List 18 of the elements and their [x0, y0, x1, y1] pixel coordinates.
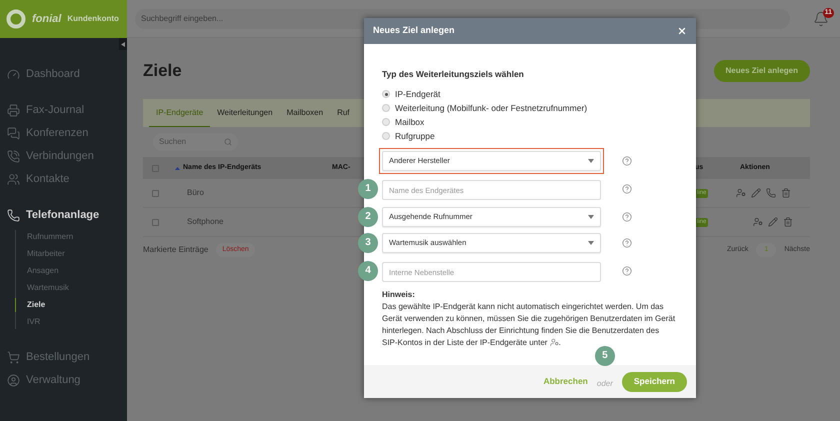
brand-name: fonial	[32, 12, 62, 27]
step-marker: 1	[358, 178, 378, 199]
step-marker: 4	[358, 260, 378, 281]
or-text: oder	[596, 378, 613, 388]
radio-label: Mailbox	[395, 116, 424, 129]
bulk-label: Markierte Einträge	[143, 244, 208, 256]
step-marker: 5	[594, 346, 615, 366]
table-cell-text: Büro	[186, 187, 205, 199]
brand-product: Kundenkonto	[67, 13, 119, 25]
radio-label: Weiterleitung (Mobilfunk- oder Festnetzrufnummer)	[395, 102, 588, 115]
hint-title: Hinweis:	[382, 288, 416, 301]
page-title: Ziele	[143, 60, 182, 82]
step-marker: 3	[358, 232, 378, 253]
radio-label: Rufgruppe	[395, 130, 435, 143]
step-marker: 2	[358, 206, 378, 227]
radio-label: IP-Endgerät	[395, 88, 440, 101]
type-label: Typ des Weiterleitungsziels wählen	[382, 68, 525, 81]
table-cell-text: Softphone	[186, 216, 224, 228]
